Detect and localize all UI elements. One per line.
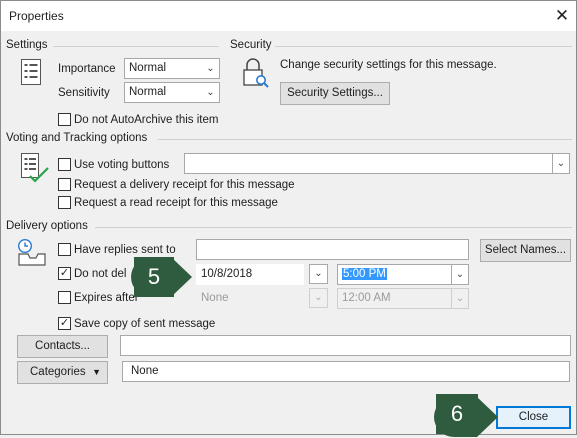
window-title: Properties [9,9,64,23]
security-divider [275,46,572,47]
importance-select[interactable]: Normal ⌄ [124,58,220,79]
sensitivity-label: Sensitivity [58,87,110,99]
chevron-down-icon: ⌄ [314,268,323,279]
inbox-clock-icon [17,238,46,266]
expires-date-field: None [196,288,304,309]
autoarchive-checkbox[interactable] [58,113,71,126]
security-header: Security [230,39,272,51]
security-description: Change security settings for this messag… [280,59,497,71]
replies-to-field[interactable] [196,239,469,260]
lock-key-icon [243,58,269,88]
caret-down-icon: ▼ [92,367,101,377]
close-window-button[interactable]: ✕ [549,4,575,28]
chevron-down-icon: ⌄ [451,289,468,308]
voting-header: Voting and Tracking options [6,132,148,144]
callout-5-label: 5 [147,264,161,289]
date-picker-button[interactable]: ⌄ [309,264,328,284]
autoarchive-label[interactable]: Do not AutoArchive this item [74,113,218,127]
do-not-deliver-time: 5:00 PM [342,268,387,280]
delivery-divider [95,227,572,228]
expires-label[interactable]: Expires after [74,291,139,305]
contacts-button[interactable]: Contacts... [17,335,108,358]
voting-buttons-select[interactable]: ⌄ [184,153,570,174]
settings-divider [53,46,219,47]
chevron-down-icon: ⌄ [206,63,215,74]
settings-header: Settings [6,39,48,51]
properties-dialog: Properties ✕ Settings Importance Normal … [0,0,577,437]
properties-list-icon [21,59,41,85]
importance-value: Normal [129,62,167,74]
chevron-down-icon: ⌄ [451,265,468,284]
do-not-deliver-date: 10/8/2018 [201,268,253,280]
do-not-deliver-checkbox[interactable]: ✓ [58,267,71,280]
contacts-field[interactable] [120,335,571,356]
delivery-receipt-label[interactable]: Request a delivery receipt for this mess… [74,178,295,192]
do-not-deliver-time-select[interactable]: 5:00 PM ⌄ [337,264,469,285]
expires-time: 12:00 AM [342,292,391,304]
save-copy-label[interactable]: Save copy of sent message [74,317,215,331]
time-value-wrapper: 5:00 PM [342,268,387,280]
chevron-down-icon: ⌄ [552,154,569,173]
sensitivity-select[interactable]: Normal ⌄ [124,82,220,103]
use-voting-label[interactable]: Use voting buttons [74,158,169,172]
delivery-header: Delivery options [6,220,88,232]
importance-label: Importance [58,63,116,75]
read-receipt-label[interactable]: Request a read receipt for this message [74,196,278,210]
delivery-receipt-checkbox[interactable] [58,178,71,191]
categories-field[interactable]: None [122,361,570,382]
close-icon: ✕ [554,6,570,25]
expires-checkbox[interactable] [58,291,71,304]
chevron-down-icon: ⌄ [314,292,323,303]
callout-5: 5 [134,257,174,297]
do-not-deliver-date-field[interactable]: 10/8/2018 [196,264,304,285]
callout-6-label: 6 [450,401,464,426]
read-receipt-checkbox[interactable] [58,196,71,209]
replies-checkbox[interactable] [58,243,71,256]
save-copy-checkbox[interactable]: ✓ [58,317,71,330]
replies-label[interactable]: Have replies sent to [74,243,176,257]
expires-time-select: 12:00 AM ⌄ [337,288,469,309]
use-voting-checkbox[interactable] [58,158,71,171]
select-names-button[interactable]: Select Names... [480,239,571,262]
do-not-deliver-label[interactable]: Do not del [74,267,126,281]
voting-divider [158,139,572,140]
categories-value: None [131,365,159,377]
expires-date: None [201,292,229,304]
categories-button-label: Categories [30,366,86,378]
checklist-icon [21,153,49,183]
security-settings-button[interactable]: Security Settings... [280,82,390,105]
chevron-down-icon: ⌄ [206,87,215,98]
categories-button[interactable]: Categories ▼ [17,361,108,384]
callout-6: 6 [436,394,478,434]
expires-date-picker-button: ⌄ [309,288,328,308]
title-bar: Properties ✕ [1,1,576,31]
close-button[interactable]: Close [496,406,571,429]
sensitivity-value: Normal [129,86,167,98]
